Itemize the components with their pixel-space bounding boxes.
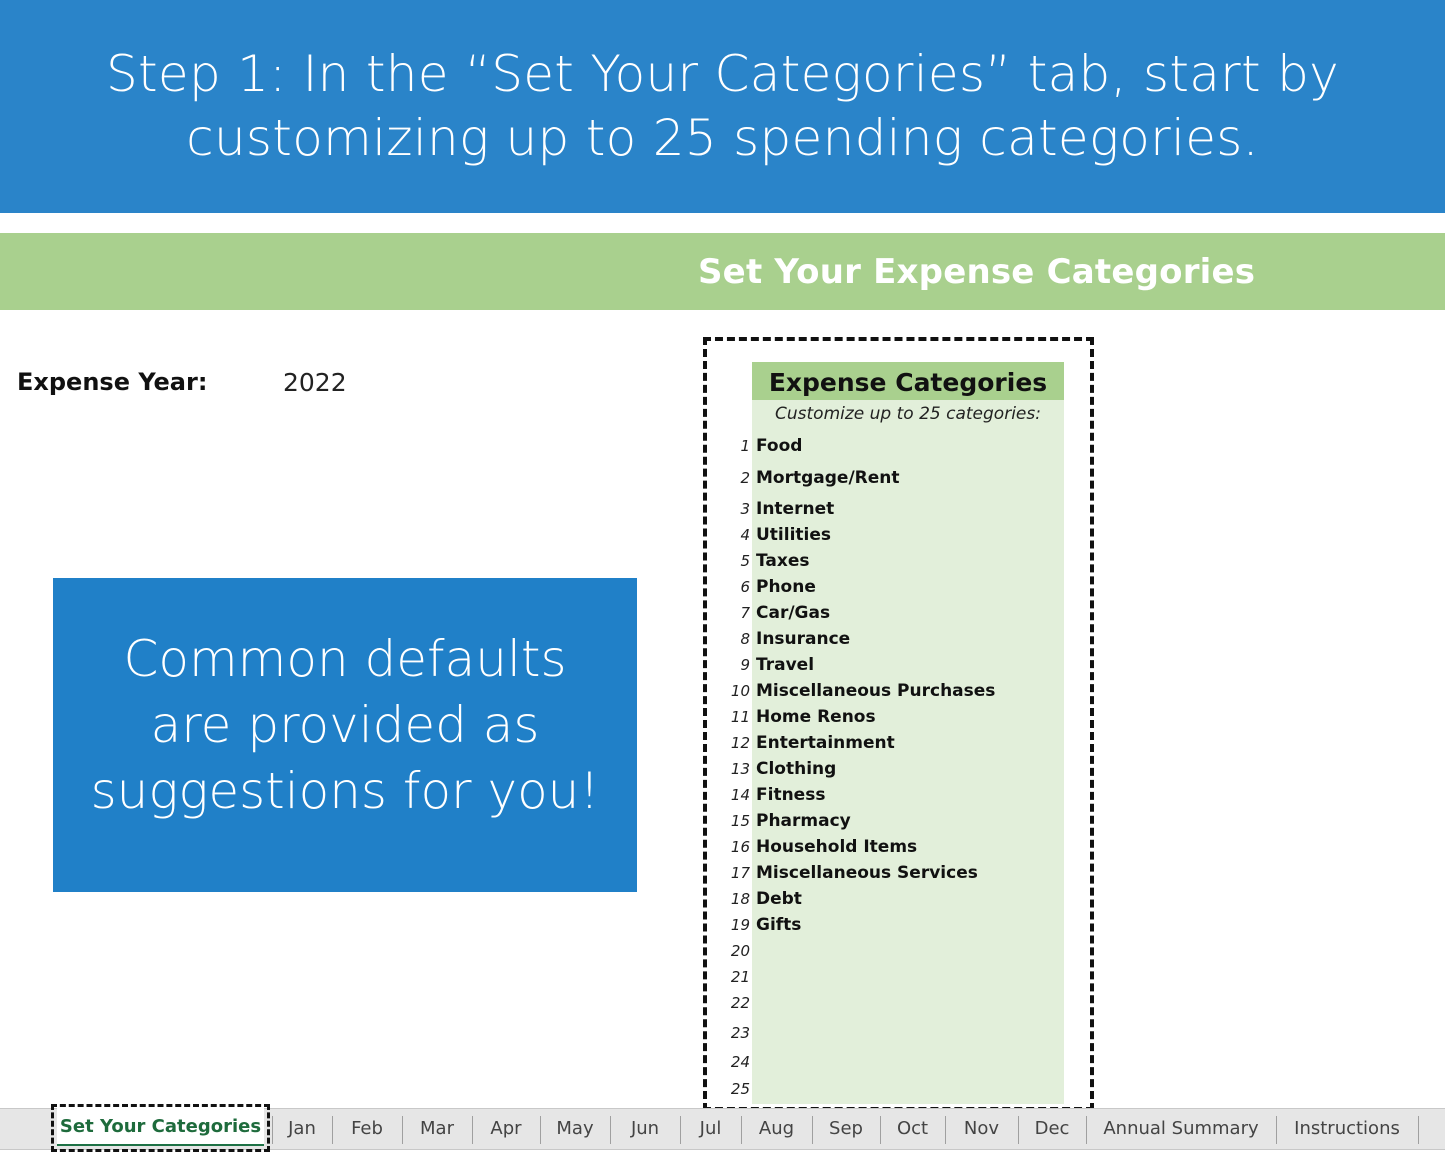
tab-jul[interactable]: Jul — [680, 1109, 741, 1149]
tab-jan[interactable]: Jan — [272, 1109, 332, 1149]
tab-sep[interactable]: Sep — [812, 1109, 880, 1149]
expense-year-cell[interactable]: 2022 — [283, 368, 347, 397]
callout-line-1: Common defaults — [123, 630, 567, 688]
active-tab-highlight — [51, 1104, 270, 1152]
tab-jun[interactable]: Jun — [610, 1109, 680, 1149]
instruction-line-1: Step 1: In the “Set Your Categories” tab… — [105, 44, 1340, 103]
callout-line-3: suggestions for you! — [90, 762, 600, 820]
sheet-title: Set Your Expense Categories — [698, 252, 1256, 292]
tab-nov[interactable]: Nov — [945, 1109, 1018, 1149]
expense-year-label: Expense Year: — [17, 368, 208, 396]
tab-mar[interactable]: Mar — [402, 1109, 472, 1149]
highlight-dashed-box — [703, 337, 1094, 1111]
tab-dec[interactable]: Dec — [1018, 1109, 1086, 1149]
instruction-line-2: customizing up to 25 spending categories… — [186, 108, 1259, 167]
tab-oct[interactable]: Oct — [880, 1109, 945, 1149]
tab-annual-summary[interactable]: Annual Summary — [1086, 1109, 1276, 1149]
tab-may[interactable]: May — [540, 1109, 610, 1149]
callout-box: Common defaults are provided as suggesti… — [53, 578, 637, 892]
callout-line-2: are provided as — [150, 696, 540, 754]
tab-feb[interactable]: Feb — [332, 1109, 402, 1149]
tab-instructions[interactable]: Instructions — [1276, 1109, 1418, 1149]
tab-separator — [1418, 1116, 1419, 1144]
tab-apr[interactable]: Apr — [472, 1109, 540, 1149]
instruction-banner: Step 1: In the “Set Your Categories” tab… — [0, 0, 1445, 213]
tab-aug[interactable]: Aug — [741, 1109, 812, 1149]
instruction-text: Step 1: In the “Set Your Categories” tab… — [106, 42, 1339, 170]
